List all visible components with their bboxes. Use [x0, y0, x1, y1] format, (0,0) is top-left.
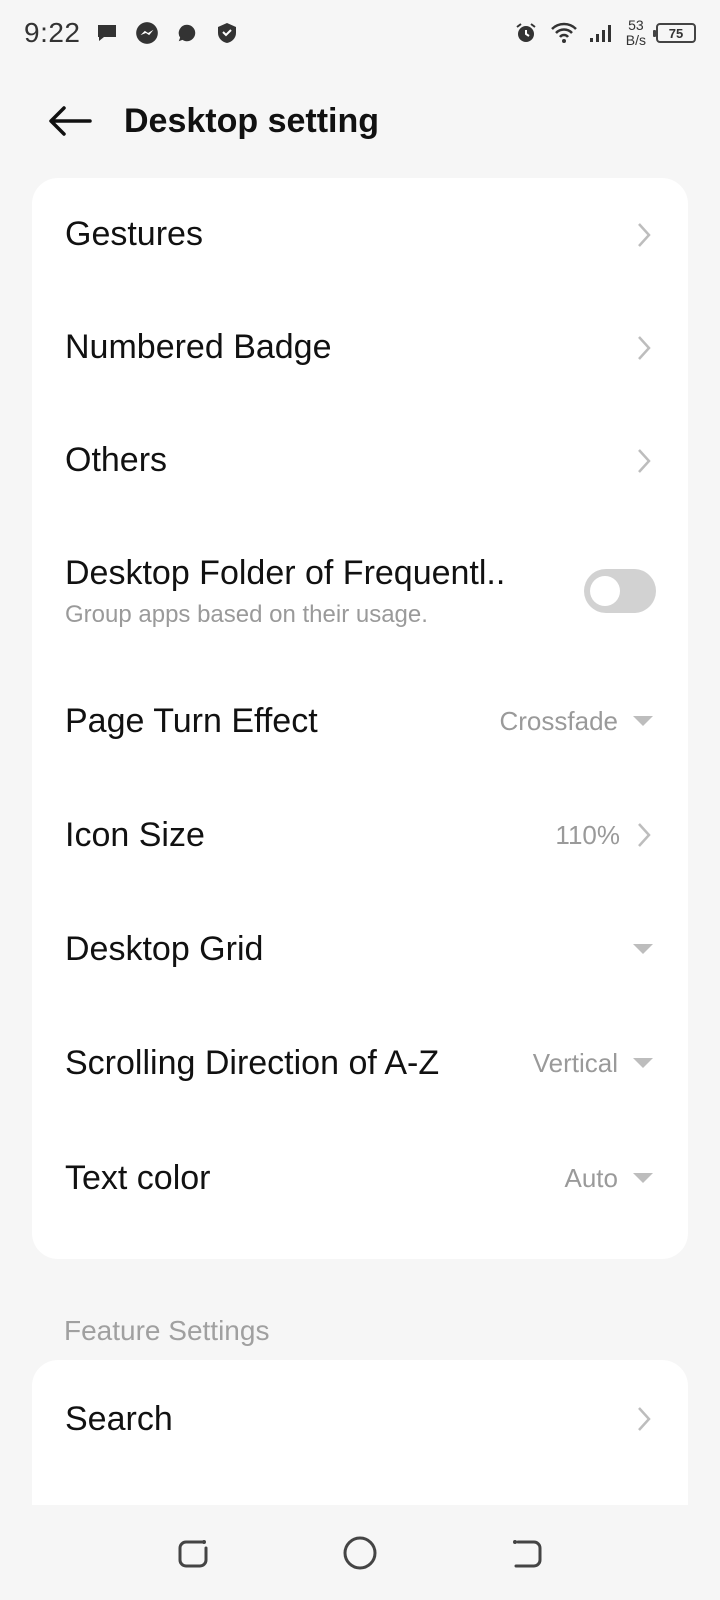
text-color-control: Auto	[565, 1163, 657, 1194]
numbered-badge-row[interactable]: Numbered Badge	[32, 291, 688, 404]
page-turn-effect-row[interactable]: Page Turn Effect Crossfade	[32, 665, 688, 777]
scrolling-direction-control: Vertical	[533, 1048, 656, 1079]
icon-size-row[interactable]: Icon Size 110%	[32, 777, 688, 893]
navigation-bar	[0, 1505, 720, 1600]
icon-size-value: 110%	[555, 819, 620, 850]
battery-icon: 75	[653, 23, 696, 43]
search-row[interactable]: Search	[32, 1360, 688, 1478]
chevron-right-icon	[632, 446, 656, 476]
shield-icon	[213, 19, 241, 47]
desktop-folder-text: Desktop Folder of Frequentl.. Group apps…	[65, 554, 505, 629]
alarm-icon	[512, 19, 540, 47]
scrolling-direction-row[interactable]: Scrolling Direction of A-Z Vertical	[32, 1005, 688, 1121]
app-header: Desktop setting	[0, 86, 720, 156]
chevron-right-icon	[632, 820, 656, 850]
chevron-right-icon	[632, 1404, 656, 1434]
dropdown-triangle-icon	[630, 939, 656, 959]
net-speed-unit: B/s	[625, 32, 646, 48]
text-color-value: Auto	[564, 1162, 619, 1193]
recent-apps-icon	[178, 1539, 208, 1567]
text-color-row[interactable]: Text color Auto	[32, 1121, 688, 1235]
icon-size-control: 110%	[555, 820, 656, 851]
back-nav-button[interactable]	[497, 1523, 557, 1583]
status-time: 9:22	[24, 17, 81, 48]
chevron-right-icon	[632, 220, 656, 250]
desktop-settings-card: Gestures Numbered Badge Others Desktop F…	[32, 178, 688, 1259]
signal-icon	[588, 19, 616, 47]
recent-apps-button[interactable]	[163, 1523, 223, 1583]
desktop-folder-toggle[interactable]	[584, 569, 656, 613]
search-label: Search	[65, 1399, 173, 1438]
messenger-icon	[133, 19, 161, 47]
text-color-label: Text color	[65, 1158, 211, 1197]
status-left: 9:22	[24, 17, 241, 49]
feature-settings-title: Feature Settings	[64, 1315, 270, 1346]
dropdown-triangle-icon	[630, 1053, 656, 1073]
feature-settings-card: Search	[32, 1360, 688, 1505]
net-speed-value: 53	[628, 17, 644, 33]
others-label: Others	[65, 441, 168, 479]
message-icon	[173, 19, 201, 47]
back-arrow-icon	[49, 106, 92, 136]
others-row[interactable]: Others	[32, 404, 688, 517]
icon-size-label: Icon Size	[65, 815, 205, 854]
battery-level: 75	[668, 25, 684, 41]
dropdown-triangle-icon	[630, 1168, 656, 1188]
wifi-icon	[550, 19, 578, 47]
desktop-folder-row[interactable]: Desktop Folder of Frequentl.. Group apps…	[32, 517, 688, 665]
page-title: Desktop setting	[124, 101, 380, 140]
net-speed: 53 B/s	[626, 18, 646, 48]
page-turn-effect-control: Crossfade	[500, 706, 657, 737]
dropdown-triangle-icon	[630, 711, 656, 731]
desktop-grid-row[interactable]: Desktop Grid	[32, 893, 688, 1005]
chevron-right-icon	[632, 333, 656, 363]
status-right: 53 B/s 75	[512, 18, 696, 48]
numbered-badge-label: Numbered Badge	[65, 328, 332, 366]
scrolling-direction-value: Vertical	[532, 1047, 618, 1078]
gestures-row[interactable]: Gestures	[32, 178, 688, 291]
page-turn-effect-label: Page Turn Effect	[65, 701, 318, 740]
gestures-label: Gestures	[65, 215, 203, 253]
desktop-folder-label: Desktop Folder of Frequentl..	[65, 553, 506, 592]
desktop-folder-subtitle: Group apps based on their usage.	[65, 600, 428, 628]
toggle-knob	[590, 576, 620, 606]
desktop-grid-label: Desktop Grid	[65, 929, 264, 968]
scrolling-direction-label: Scrolling Direction of A-Z	[65, 1043, 440, 1082]
status-bar: 9:22 53 B/s 75	[0, 0, 720, 66]
home-button[interactable]	[330, 1523, 390, 1583]
chat-bubble-icon	[93, 19, 121, 47]
back-button[interactable]	[30, 86, 110, 156]
home-circle-icon	[343, 1536, 377, 1569]
page-turn-effect-value: Crossfade	[499, 705, 619, 736]
back-nav-icon	[512, 1539, 542, 1567]
